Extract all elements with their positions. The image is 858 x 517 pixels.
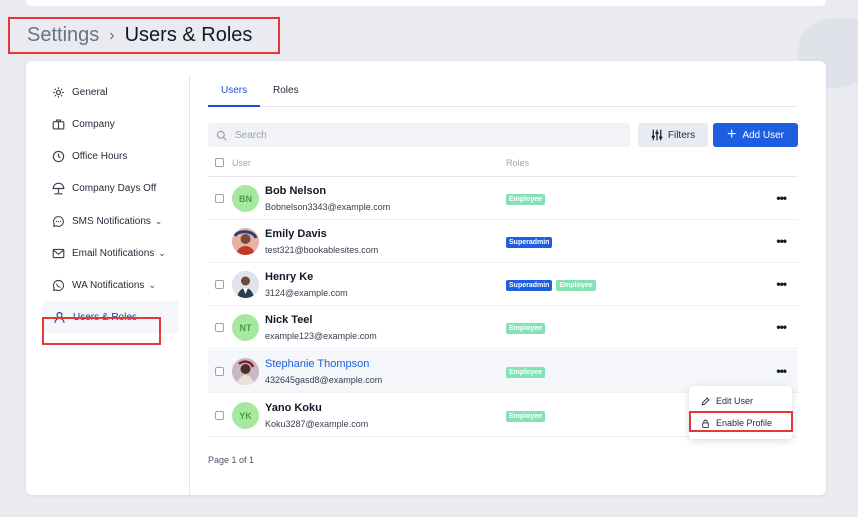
select-all-checkbox[interactable] bbox=[215, 158, 224, 167]
role-badge: Employee bbox=[506, 367, 546, 378]
user-name[interactable]: Stephanie Thompson bbox=[265, 358, 369, 370]
table-row[interactable]: Henry Ke 3124@example.com Superadmin Emp… bbox=[208, 263, 798, 306]
search-icon bbox=[216, 130, 227, 141]
plus-icon: + bbox=[726, 126, 737, 143]
menu-item-label: Edit User bbox=[716, 396, 754, 406]
search-input[interactable]: Search bbox=[208, 123, 630, 147]
avatar bbox=[232, 228, 259, 255]
search-placeholder: Search bbox=[235, 129, 267, 141]
breadcrumb-separator: › bbox=[109, 26, 115, 44]
user-name[interactable]: Henry Ke bbox=[265, 271, 313, 283]
more-actions-icon[interactable]: ••• bbox=[776, 234, 787, 248]
active-tab-indicator bbox=[208, 105, 260, 107]
sidebar-item-label: Email Notifications bbox=[72, 247, 155, 259]
more-actions-icon[interactable]: ••• bbox=[776, 277, 787, 291]
avatar: BN bbox=[232, 185, 259, 212]
tab-bar: Users Roles bbox=[208, 79, 798, 107]
user-email: 432645gasd8@example.com bbox=[265, 375, 383, 385]
user-email: example123@example.com bbox=[265, 331, 377, 341]
avatar: YK bbox=[232, 402, 259, 429]
breadcrumb: Settings › Users & Roles bbox=[8, 17, 280, 54]
role-badges: Employee bbox=[506, 323, 546, 334]
user-email: Koku3287@example.com bbox=[265, 419, 369, 429]
tab-roles[interactable]: Roles bbox=[273, 85, 299, 96]
highlight-box bbox=[689, 411, 793, 432]
filters-button[interactable]: Filters bbox=[638, 123, 708, 147]
sidebar-item-label: SMS Notifications bbox=[72, 215, 151, 227]
row-checkbox[interactable] bbox=[215, 194, 224, 203]
role-badge: Employee bbox=[506, 411, 546, 422]
role-badges: Employee bbox=[506, 367, 546, 378]
row-checkbox[interactable] bbox=[215, 411, 224, 420]
role-badges: Employee bbox=[506, 194, 546, 205]
sidebar-item-wa-notifications[interactable]: WA Notifications ⌄ bbox=[42, 270, 177, 300]
user-email: test321@bookablesites.com bbox=[265, 245, 379, 255]
top-bar bbox=[26, 0, 826, 6]
user-name[interactable]: Bob Nelson bbox=[265, 185, 326, 197]
column-header-roles: Roles bbox=[506, 158, 530, 168]
sidebar-item-company-days-off[interactable]: Company Days Off bbox=[42, 173, 177, 203]
sidebar-item-label: General bbox=[72, 86, 108, 98]
gear-icon bbox=[50, 84, 66, 100]
sidebar-item-sms-notifications[interactable]: SMS Notifications ⌄ bbox=[42, 206, 177, 236]
settings-sidebar: General Company Office Hours Company Day… bbox=[26, 75, 190, 495]
sidebar-item-email-notifications[interactable]: Email Notifications ⌄ bbox=[42, 238, 177, 268]
user-name[interactable]: Yano Koku bbox=[265, 402, 322, 414]
row-checkbox[interactable] bbox=[215, 323, 224, 332]
sidebar-item-label: Company Days Off bbox=[72, 182, 157, 194]
more-actions-icon[interactable]: ••• bbox=[776, 191, 787, 205]
sidebar-item-company[interactable]: Company bbox=[42, 109, 177, 139]
sidebar-item-general[interactable]: General bbox=[42, 77, 177, 107]
table-row[interactable]: BN Bob Nelson Bobnelson3343@example.com … bbox=[208, 177, 798, 220]
avatar: NT bbox=[232, 314, 259, 341]
chat-icon bbox=[50, 213, 66, 229]
filters-label: Filters bbox=[667, 129, 696, 141]
clock-icon bbox=[50, 148, 66, 164]
table-header: User Roles bbox=[208, 151, 798, 177]
chevron-down-icon: ⌄ bbox=[154, 215, 163, 226]
sidebar-item-label: Office Hours bbox=[72, 150, 128, 162]
role-badge: Employee bbox=[506, 194, 546, 205]
table-row[interactable]: NT Nick Teel example123@example.com Empl… bbox=[208, 306, 798, 349]
whatsapp-icon bbox=[50, 277, 66, 293]
role-badges: Superadmin Employee bbox=[506, 280, 596, 291]
more-actions-icon[interactable]: ••• bbox=[776, 364, 787, 378]
mail-icon bbox=[50, 245, 66, 261]
column-header-user: User bbox=[232, 158, 252, 168]
umbrella-icon bbox=[50, 180, 66, 196]
highlight-box bbox=[42, 317, 161, 345]
table-row[interactable]: Emily Davis test321@bookablesites.com Su… bbox=[208, 220, 798, 263]
tab-users[interactable]: Users bbox=[221, 85, 247, 96]
avatar bbox=[232, 271, 259, 298]
user-email: Bobnelson3343@example.com bbox=[265, 202, 391, 212]
user-name[interactable]: Nick Teel bbox=[265, 314, 313, 326]
role-badge: Superadmin bbox=[506, 280, 553, 291]
sidebar-item-label: WA Notifications bbox=[72, 279, 145, 291]
page-title: Users & Roles bbox=[124, 24, 253, 46]
role-badges: Superadmin bbox=[506, 237, 553, 248]
add-user-button[interactable]: + Add User bbox=[713, 123, 798, 147]
pagination: Page 1 of 1 bbox=[208, 455, 255, 465]
role-badges: Employee bbox=[506, 411, 546, 422]
row-checkbox[interactable] bbox=[215, 280, 224, 289]
add-user-label: Add User bbox=[742, 129, 785, 141]
row-checkbox[interactable] bbox=[215, 367, 224, 376]
user-name[interactable]: Emily Davis bbox=[265, 228, 327, 240]
chevron-down-icon: ⌄ bbox=[158, 247, 166, 258]
settings-card: General Company Office Hours Company Day… bbox=[26, 61, 826, 495]
edit-user-menu-item[interactable]: Edit User bbox=[689, 390, 792, 412]
sliders-icon bbox=[651, 129, 663, 141]
breadcrumb-settings-link[interactable]: Settings bbox=[27, 24, 99, 47]
role-badge: Employee bbox=[506, 323, 546, 334]
avatar bbox=[232, 358, 259, 385]
user-email: 3124@example.com bbox=[265, 288, 348, 298]
more-actions-icon[interactable]: ••• bbox=[776, 320, 787, 334]
pencil-icon bbox=[701, 396, 710, 406]
chevron-down-icon: ⌄ bbox=[148, 279, 156, 290]
role-badge: Employee bbox=[556, 280, 596, 291]
sidebar-item-office-hours[interactable]: Office Hours bbox=[42, 141, 177, 171]
role-badge: Superadmin bbox=[506, 237, 553, 248]
sidebar-item-label: Company bbox=[72, 118, 115, 130]
briefcase-icon bbox=[50, 116, 66, 132]
